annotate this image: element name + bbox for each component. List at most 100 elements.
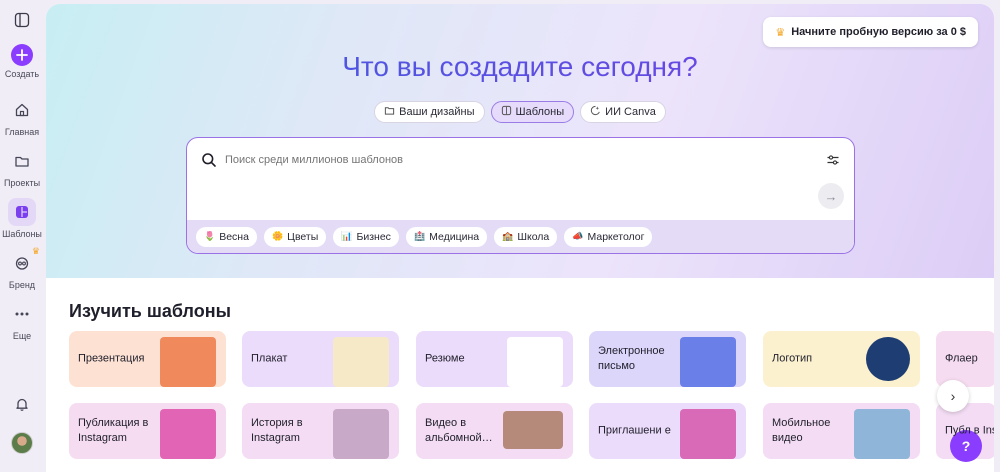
plus-icon <box>11 44 33 66</box>
page-title: Что вы создадите сегодня? <box>46 51 994 83</box>
tab-label: ИИ Canva <box>605 106 656 118</box>
card-thumbnail <box>333 337 389 387</box>
megaphone-icon: 📣 <box>572 231 584 241</box>
home-icon <box>8 96 36 124</box>
sidebar-item-home[interactable]: Главная <box>0 96 44 137</box>
search-box: → 🌷Весна 🌼Цветы 📊Бизнес 🏥Медицина 🏫Школа… <box>186 137 855 254</box>
tab-label: Ваши дизайны <box>399 106 475 118</box>
search-row <box>201 152 840 168</box>
sidebar-item-templates[interactable]: Шаблоны <box>0 198 44 239</box>
sidebar-item-label: Проекты <box>3 178 41 188</box>
sidebar-toggle-icon[interactable] <box>12 10 32 30</box>
search-input[interactable] <box>225 154 818 166</box>
more-icon <box>8 300 36 328</box>
sidebar-item-label: Бренд <box>8 280 36 290</box>
card-thumbnail <box>680 409 736 459</box>
card-label: Мобильное видео <box>772 417 831 444</box>
card-thumbnail <box>333 409 389 459</box>
tab-your-designs[interactable]: Ваши дизайны <box>374 101 485 123</box>
suggestion-chips: 🌷 Весна 🌼 Цветы 📊 Бизнес 🏥 Медицина 🏫 Школа 📣… <box>187 220 854 253</box>
ai-icon <box>590 105 601 119</box>
arrow-right-icon: → <box>824 188 838 204</box>
crown-icon: ♛ <box>775 26 786 39</box>
card-thumbnail <box>507 337 563 387</box>
section-title: Изучить шаблоны <box>69 301 231 321</box>
hero-tabs: Ваши дизайны Шаблоны ИИ Canva <box>46 101 994 123</box>
template-card-instagram-story[interactable]: История в Instagram <box>242 403 399 459</box>
account-button[interactable] <box>0 429 44 457</box>
chip-label: Медицина <box>429 230 480 243</box>
card-thumbnail <box>854 409 910 459</box>
template-card-mobile-video[interactable]: Мобильное видео <box>763 403 920 459</box>
sidebar-item-label: Главная <box>4 127 40 137</box>
filter-icon[interactable] <box>826 153 840 167</box>
sidebar-item-create[interactable]: Создать <box>0 44 44 79</box>
template-card-presentation[interactable]: Презентация <box>69 331 226 387</box>
chip-spring[interactable]: 🌷 Весна <box>196 226 257 247</box>
sidebar-item-brand[interactable]: ♛ Бренд <box>0 246 44 290</box>
template-card-instagram-post[interactable]: Публикация в Instagram <box>69 403 226 459</box>
templates-icon <box>501 105 512 119</box>
template-card-poster[interactable]: Плакат <box>242 331 399 387</box>
card-label: Флаер <box>945 352 978 365</box>
avatar <box>11 432 33 454</box>
main-panel: ♛ Начните пробную версию за 0 $ Что вы с… <box>46 4 994 472</box>
sidebar-item-projects[interactable]: Проекты <box>0 147 44 188</box>
avatar-wrapper <box>8 429 36 457</box>
chip-flowers[interactable]: 🌼 Цветы <box>263 226 327 247</box>
card-label: Презентация <box>78 352 145 365</box>
chip-medicine[interactable]: 🏥 Медицина <box>405 226 488 247</box>
search-icon <box>201 152 217 168</box>
chip-label: Бизнес <box>356 230 391 243</box>
card-label: Логотип <box>772 352 813 365</box>
flower-icon: 🌼 <box>271 231 284 241</box>
start-trial-button[interactable]: ♛ Начните пробную версию за 0 $ <box>763 17 978 47</box>
chevron-right-icon: › <box>950 388 956 404</box>
trial-label: Начните пробную версию за 0 $ <box>791 26 966 38</box>
card-label: История в Instagram <box>251 417 303 444</box>
card-label: Плакат <box>251 352 288 365</box>
chip-marketer[interactable]: 📣 Маркетолог <box>564 226 653 247</box>
card-thumbnail <box>503 411 563 449</box>
folder-icon <box>384 105 395 119</box>
chip-label: Маркетолог <box>587 230 645 243</box>
chip-business[interactable]: 📊 Бизнес <box>333 226 399 247</box>
carousel-next-button[interactable]: › <box>937 380 969 412</box>
templates-icon <box>8 198 36 226</box>
help-label: ? <box>961 438 971 454</box>
card-thumbnail <box>160 337 216 387</box>
hero: ♛ Начните пробную версию за 0 $ Что вы с… <box>46 4 994 278</box>
bell-icon <box>8 390 36 418</box>
tab-templates[interactable]: Шаблоны <box>490 101 575 123</box>
chip-label: Весна <box>219 230 249 243</box>
sidebar-item-label: Шаблоны <box>2 229 42 239</box>
template-card-email[interactable]: Электронное письмо <box>589 331 746 387</box>
card-label: Публикация в Instagram <box>78 417 149 444</box>
chip-label: Школа <box>517 230 550 243</box>
sidebar-item-label: Еще <box>12 331 32 341</box>
school-icon: 🏫 <box>502 231 514 241</box>
sidebar: Создать Главная Проекты Шаблоны ♛ Бренд … <box>0 0 44 472</box>
card-label: Видео в альбомной… <box>425 417 493 444</box>
crown-icon: ♛ <box>31 246 40 256</box>
chip-school[interactable]: 🏫 Школа <box>494 226 558 247</box>
notifications-button[interactable] <box>0 390 44 418</box>
card-thumbnail <box>866 337 910 381</box>
tab-canva-ai[interactable]: ИИ Canva <box>580 101 666 123</box>
template-card-resume[interactable]: Резюме <box>416 331 573 387</box>
sidebar-item-label: Создать <box>4 69 40 79</box>
card-thumbnail <box>680 337 736 387</box>
card-label: Электронное письмо <box>598 345 665 372</box>
card-label: Приглашени е <box>598 424 671 437</box>
card-label: Резюме <box>425 352 465 365</box>
chip-label: Цветы <box>287 230 319 243</box>
folder-icon <box>8 147 36 175</box>
brand-icon: ♛ <box>8 246 40 277</box>
search-submit-button[interactable]: → <box>818 183 844 209</box>
card-label: Публ в Ins <box>945 424 994 437</box>
template-card-invitation[interactable]: Приглашени е <box>589 403 746 459</box>
template-card-flyer[interactable]: Флаер <box>936 331 994 387</box>
template-card-logo[interactable]: Логотип <box>763 331 920 387</box>
sidebar-item-more[interactable]: Еще <box>0 300 44 341</box>
template-card-landscape-video[interactable]: Видео в альбомной… <box>416 403 573 459</box>
